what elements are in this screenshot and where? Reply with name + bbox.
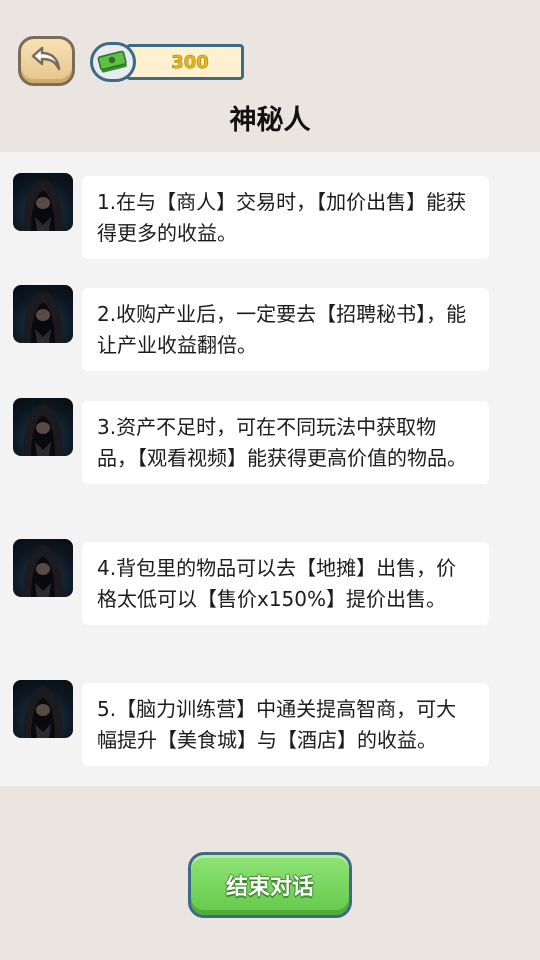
tip-bubble: 4.背包里的物品可以去【地摊】出售，价格太低可以【售价x150%】提价出售。: [82, 542, 489, 625]
tip-bubble: 1.在与【商人】交易时，【加价出售】能获得更多的收益。: [82, 176, 489, 259]
tips-list[interactable]: 1.在与【商人】交易时，【加价出售】能获得更多的收益。 2.收购产业后，一定要去…: [0, 152, 540, 786]
back-button[interactable]: [18, 36, 75, 86]
tip-bubble: 5.【脑力训练营】中通关提高智商，可大幅提升【美食城】与【酒店】的收益。: [82, 683, 489, 766]
hooded-figure-avatar: [13, 539, 73, 597]
end-conversation-label: 结束对话: [225, 875, 314, 900]
end-conversation-button[interactable]: 结束对话: [188, 852, 352, 918]
tip-bubble: 2.收购产业后，一定要去【招聘秘书】，能让产业收益翻倍。: [82, 288, 489, 371]
page-title: 神秘人: [229, 105, 311, 136]
currency-value: 300: [171, 51, 209, 73]
hooded-figure-avatar: [13, 398, 73, 456]
cash-stack-icon: [90, 42, 136, 82]
currency-box: 300: [126, 44, 244, 80]
hooded-figure-avatar: [13, 285, 73, 343]
hooded-figure-avatar: [13, 173, 73, 231]
hooded-figure-avatar: [13, 680, 73, 738]
currency-display: 300: [90, 42, 244, 82]
tip-bubble: 3.资产不足时，可在不同玩法中获取物品，【观看视频】能获得更高价值的物品。: [82, 401, 489, 484]
undo-arrow-icon: [30, 44, 64, 78]
